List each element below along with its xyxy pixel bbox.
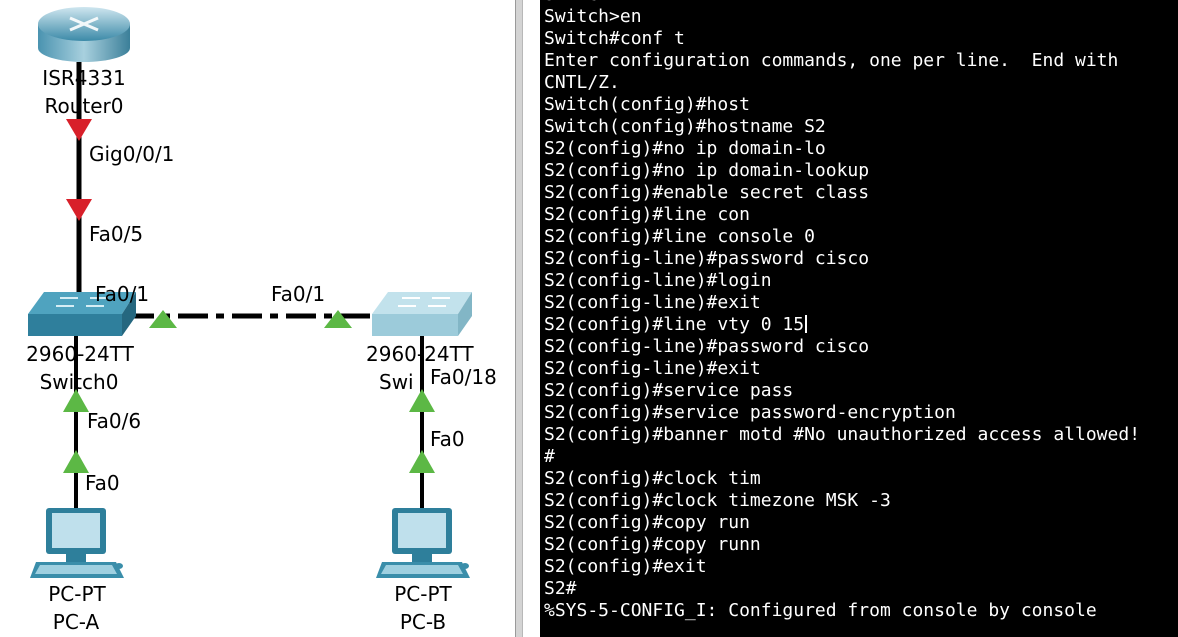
link-status-up-icon bbox=[409, 450, 435, 473]
terminal-line: Switch#conf t bbox=[544, 28, 685, 49]
terminal-line: S2(config)#line con bbox=[544, 204, 750, 225]
terminal-line: S2(config)#line console 0 bbox=[544, 226, 815, 247]
terminal-line: Switch(config)#hostname S2 bbox=[544, 116, 826, 137]
port-label-router-gig: Gig0/0/1 bbox=[89, 142, 175, 166]
terminal-output: Switch>Switch>enSwitch#conf tEnter confi… bbox=[544, 0, 1140, 622]
link-status-up-icon bbox=[63, 450, 89, 473]
pane-gap bbox=[523, 0, 540, 637]
terminal-line: S2(config)#no ip domain-lookup bbox=[544, 160, 870, 181]
port-label-sw1-fa018: Fa0/18 bbox=[430, 365, 497, 389]
terminal-line: S2(config)#copy run bbox=[544, 512, 750, 533]
terminal-line: S2(config)#service password-encryption bbox=[544, 402, 956, 423]
port-label-pca-fa0: Fa0 bbox=[85, 471, 120, 495]
terminal-line: Enter configuration commands, one per li… bbox=[544, 50, 1119, 71]
port-label-sw0-fa06: Fa0/6 bbox=[87, 409, 142, 433]
terminal-line: S2(config-line)#exit bbox=[544, 292, 761, 313]
link-status-down-icon bbox=[66, 119, 92, 141]
cli-terminal[interactable]: Switch>Switch>enSwitch#conf tEnter confi… bbox=[540, 0, 1178, 637]
terminal-line: S2(config-line)#login bbox=[544, 270, 772, 291]
terminal-line: S2(config)#no ip domain-lo bbox=[544, 138, 826, 159]
switch0-name-label: Switch0 bbox=[39, 370, 119, 394]
router-model-label: ISR4331 bbox=[42, 66, 126, 90]
router-icon[interactable] bbox=[38, 7, 130, 62]
terminal-line: S2(config)#enable secret class bbox=[544, 182, 870, 203]
terminal-line: S2(config-line)#exit bbox=[544, 358, 761, 379]
terminal-line: %SYS-5-CONFIG_I: Configured from console… bbox=[544, 600, 1097, 621]
terminal-line: S2(config)#clock timezone MSK -3 bbox=[544, 490, 891, 511]
terminal-line: S2(config)#clock tim bbox=[544, 468, 761, 489]
switch1-model-label: 2960-24TT bbox=[366, 342, 474, 366]
pc-b-icon[interactable] bbox=[376, 508, 470, 578]
terminal-line: S2(config)#exit bbox=[544, 556, 707, 577]
topology-canvas[interactable]: ISR4331 Router0 2960-24TT Switch0 2960-2… bbox=[0, 0, 515, 637]
switch1-name-label: Swi bbox=[379, 370, 414, 394]
terminal-line: S2(config)#service pass bbox=[544, 380, 794, 401]
pc-b-name-label: PC-B bbox=[399, 610, 447, 634]
port-label-sw0-fa05: Fa0/5 bbox=[89, 222, 144, 246]
terminal-line: Switch>en bbox=[544, 6, 642, 27]
terminal-line: S2# bbox=[544, 578, 577, 599]
text-cursor bbox=[805, 315, 808, 333]
terminal-line: Switch(config)#host bbox=[544, 94, 750, 115]
pane-splitter[interactable] bbox=[515, 0, 523, 637]
terminal-line: S2(config-line)#password cisco bbox=[544, 248, 870, 269]
terminal-line: S2(config)#copy runn bbox=[544, 534, 761, 555]
terminal-line: CNTL/Z. bbox=[544, 72, 620, 93]
terminal-line: S2(config)#banner motd #No unauthorized … bbox=[544, 424, 1141, 445]
port-label-sw1-fa01: Fa0/1 bbox=[271, 282, 326, 306]
port-label-sw0-fa01: Fa0/1 bbox=[95, 282, 150, 306]
switch1-icon[interactable] bbox=[372, 292, 472, 336]
pc-a-icon[interactable] bbox=[30, 508, 124, 578]
link-status-up-icon bbox=[149, 310, 177, 328]
router-name-label: Router0 bbox=[44, 94, 124, 118]
terminal-line: # bbox=[544, 446, 555, 467]
terminal-line: S2(config-line)#password cisco bbox=[544, 336, 870, 357]
terminal-line: S2(config)#line vty 0 15 bbox=[544, 314, 1140, 336]
switch0-model-label: 2960-24TT bbox=[26, 342, 134, 366]
link-status-up-icon bbox=[324, 310, 352, 328]
pc-b-model-label: PC-PT bbox=[394, 582, 452, 606]
port-label-pcb-fa0: Fa0 bbox=[430, 427, 465, 451]
link-status-down-icon bbox=[66, 199, 92, 221]
pc-a-name-label: PC-A bbox=[52, 610, 100, 634]
pc-a-model-label: PC-PT bbox=[48, 582, 106, 606]
